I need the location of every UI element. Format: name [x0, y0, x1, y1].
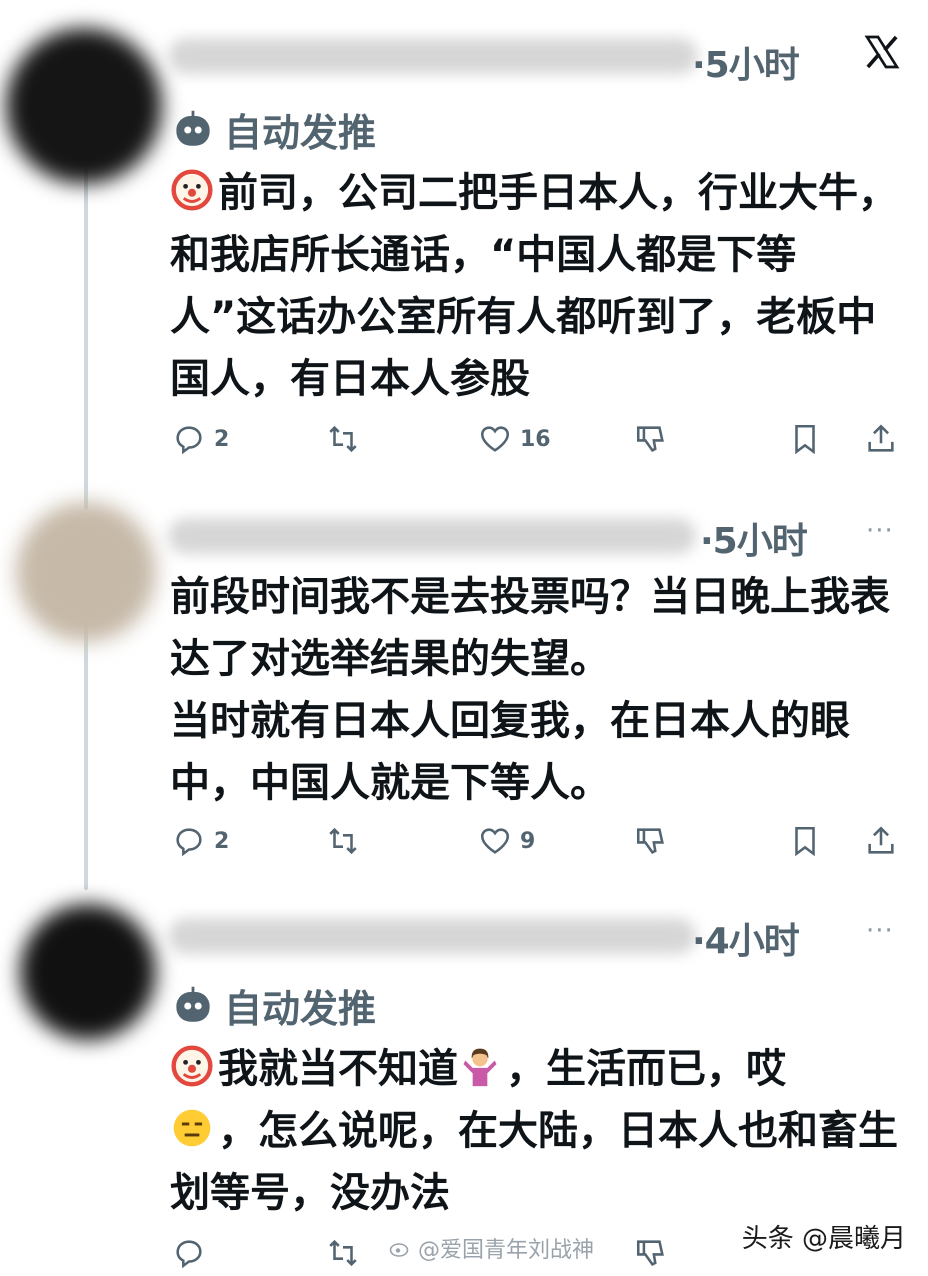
like-button[interactable]: 9 — [478, 824, 535, 858]
downvote-button[interactable] — [634, 422, 668, 456]
post-body-part: ，怎么说呢，在大陆，日本人也和畜生划等号，没办法 — [170, 1108, 898, 1216]
clown-face-icon — [171, 1045, 213, 1087]
retweet-button[interactable] — [326, 422, 360, 456]
more-icon[interactable]: ··· — [866, 916, 894, 946]
retweet-icon — [329, 1239, 357, 1267]
reply-button[interactable]: 2 — [172, 824, 229, 858]
post-time: ·5小时 — [700, 521, 808, 562]
clown-face-icon — [171, 169, 213, 211]
bookmark-icon — [795, 826, 815, 857]
weibo-logo-icon — [389, 1243, 409, 1257]
reply-button[interactable] — [172, 1236, 206, 1270]
retweet-button[interactable] — [326, 1236, 360, 1270]
reply-icon — [176, 426, 202, 455]
action-bar: 2 16 — [170, 422, 900, 462]
share-button[interactable] — [864, 824, 898, 858]
like-count: 16 — [520, 426, 551, 452]
bot-icon — [176, 986, 210, 1022]
heart-icon — [480, 426, 510, 452]
auto-post-label: 自动发推 — [224, 987, 377, 1031]
expressionless-face-icon — [173, 1109, 211, 1147]
share-icon — [868, 424, 894, 452]
heart-icon — [480, 828, 510, 854]
more-icon[interactable]: ··· — [866, 516, 894, 546]
auto-post-tag: 自动发推 — [172, 102, 376, 157]
post-body-part: ，生活而已，哎 — [506, 1046, 786, 1092]
avatar[interactable] — [20, 904, 156, 1040]
avatar[interactable] — [6, 28, 162, 184]
bookmark-button[interactable] — [788, 422, 822, 456]
share-icon — [868, 826, 894, 854]
reply-icon — [176, 1240, 202, 1269]
retweet-button[interactable] — [326, 824, 360, 858]
post-3[interactable]: ·4小时 ··· 自动发推 我就当不知道 ，生活而已，哎 ，怎么说呢，在大陆，日… — [0, 890, 928, 1270]
bookmark-icon — [795, 424, 815, 455]
post-2[interactable]: ·5小时 ··· 前段时间我不是去投票吗？当日晚上我表达了对选举结果的失望。 当… — [0, 490, 928, 890]
avatar[interactable] — [16, 502, 156, 642]
post-body-paragraph: 当时就有日本人回复我，在日本人的眼中，中国人就是下等人。 — [170, 698, 850, 806]
post-body-part: 我就当不知道 — [218, 1046, 458, 1092]
weibo-watermark: @爱国青年刘战神 — [388, 1232, 594, 1264]
thumbs-down-icon — [636, 1240, 664, 1266]
toutiao-watermark: 头条 @晨曦月 — [741, 1224, 906, 1254]
blurred-username — [168, 918, 696, 954]
post-text: 前段时间我不是去投票吗？当日晚上我表达了对选举结果的失望。 当时就有日本人回复我… — [170, 566, 900, 814]
retweet-icon — [329, 827, 357, 855]
post-body: 前司，公司二把手日本人，行业大牛，和我店所长通话，“中国人都是下等人”这话办公室… — [170, 170, 898, 402]
action-bar: 2 9 — [170, 824, 900, 864]
bookmark-button[interactable] — [788, 824, 822, 858]
reply-count: 2 — [214, 426, 230, 452]
reply-count: 2 — [214, 828, 230, 854]
watermark-text: @爱国青年刘战神 — [418, 1238, 595, 1263]
post-time: ·5小时 — [692, 45, 800, 86]
retweet-icon — [329, 425, 357, 453]
blurred-username — [168, 38, 698, 74]
post-body-paragraph: 前段时间我不是去投票吗？当日晚上我表达了对选举结果的失望。 — [170, 574, 890, 682]
downvote-button[interactable] — [634, 1236, 668, 1270]
blurred-username — [168, 518, 696, 554]
post-text: 前司，公司二把手日本人，行业大牛，和我店所长通话，“中国人都是下等人”这话办公室… — [170, 162, 900, 410]
post-text: 我就当不知道 ，生活而已，哎 ，怎么说呢，在大陆，日本人也和畜生划等号，没办法 — [170, 1038, 900, 1224]
reply-icon — [176, 828, 202, 857]
post-time: ·4小时 — [692, 921, 800, 962]
like-count: 9 — [520, 828, 536, 854]
post-1[interactable]: ·5小时 自动发推 前司，公司二把手日本人，行业大牛，和我店所长通话，“中国人都… — [0, 0, 928, 490]
auto-post-label: 自动发推 — [224, 111, 377, 155]
like-button[interactable]: 16 — [478, 422, 551, 456]
downvote-button[interactable] — [634, 824, 668, 858]
thumbs-down-icon — [636, 828, 664, 854]
shrugging-woman-icon — [463, 1048, 497, 1087]
auto-post-tag: 自动发推 — [172, 978, 376, 1033]
reply-button[interactable]: 2 — [172, 422, 229, 456]
bot-icon — [176, 110, 210, 146]
share-button[interactable] — [864, 422, 898, 456]
thumbs-down-icon — [636, 426, 664, 452]
x-logo-icon[interactable] — [862, 32, 902, 72]
